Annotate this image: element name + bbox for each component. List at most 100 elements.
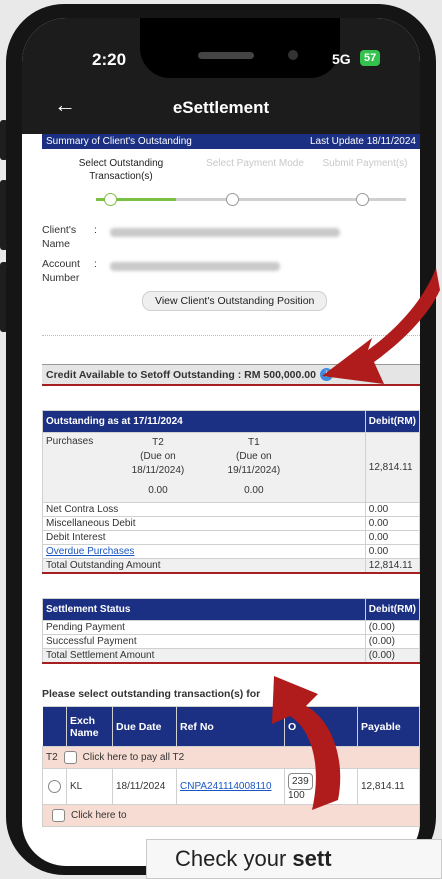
table-row: Pending Payment (0.00) (42, 620, 420, 635)
payable-cell: 12,814.11 (357, 768, 420, 805)
caption-banner: Check your sett (146, 839, 442, 879)
step-3-circle (356, 193, 369, 206)
step-labels: Select Outstanding Transaction(s) Select… (42, 157, 420, 183)
t1-label: T1 (248, 437, 260, 448)
credit-available-bar: Credit Available to Setoff Outstanding :… (42, 364, 420, 386)
t2-due-date: (Due on 18/11/2024) (131, 451, 185, 476)
caption-text: Check your (175, 846, 293, 871)
colon: : (94, 224, 97, 236)
t2-group-row: T2 Click here to pay all T2 (42, 746, 420, 769)
total-settlement-label: Total Settlement Amount (42, 648, 366, 664)
summary-bar: Summary of Client's Outstanding Last Upd… (42, 134, 420, 149)
client-name-label: Client's Name (42, 224, 77, 250)
due-date-header: Due Date (112, 706, 177, 747)
table-row: Net Contra Loss 0.00 (42, 502, 420, 517)
checkbox-column-header (42, 706, 67, 747)
overdue-purchases-value: 0.00 (364, 544, 420, 559)
total-outstanding-value: 12,814.11 (364, 558, 420, 574)
exch-name-header: Exch Name (66, 706, 113, 747)
settlement-table: Settlement Status Debit(RM) Pending Payme… (42, 598, 420, 664)
redacted-client-name (110, 228, 340, 237)
net-contra-loss-label: Net Contra Loss (42, 502, 366, 517)
ref-no-link[interactable]: CNPA241114008110 (180, 781, 272, 792)
last-update: Last Update 18/11/2024 (309, 136, 416, 147)
row-checkbox[interactable] (48, 780, 61, 793)
t2-value: 0.00 (148, 485, 168, 496)
quantity-input[interactable]: 239 (288, 772, 313, 790)
app-bar: ← eSettlement (22, 86, 420, 134)
dynamic-island (140, 18, 340, 78)
footer-row: Click here to (42, 804, 420, 827)
t2-group-label: T2 (46, 752, 58, 764)
purchases-label: Purchases (46, 436, 94, 447)
table-row: Debit Interest 0.00 (42, 530, 420, 545)
credit-available-text: Credit Available to Setoff Outstanding :… (46, 368, 316, 381)
quantity-secondary: 100 (288, 789, 305, 801)
pending-payment-label: Pending Payment (42, 620, 366, 635)
table-row: Miscellaneous Debit 0.00 (42, 516, 420, 531)
outstanding-table: Outstanding as at 17/11/2024 Debit(RM) Pu… (42, 410, 420, 574)
purchases-total: 12,814.11 (364, 432, 420, 503)
table-row: Overdue Purchases 0.00 (42, 544, 420, 559)
table-row: Successful Payment (0.00) (42, 634, 420, 649)
debit-interest-value: 0.00 (364, 530, 420, 545)
client-info: Client's Name : Account Number : View Cl… (42, 223, 420, 311)
t1-column: T1 (Due on 19/11/2024) 0.00 (206, 436, 302, 498)
camera-icon (288, 50, 298, 60)
step-submit-payment: Submit Payment(s) (322, 158, 408, 169)
t2-column: T2 (Due on 18/11/2024) 0.00 (110, 436, 206, 498)
debit-header: Debit(RM) (364, 410, 420, 433)
misc-debit-label: Miscellaneous Debit (42, 516, 366, 531)
main-content: Summary of Client's Outstanding Last Upd… (42, 134, 420, 866)
progress-line (176, 198, 406, 201)
status-time: 2:20 (92, 50, 127, 69)
o-column-header: O (284, 706, 358, 747)
status-bar: 2:20 5G 57 (22, 18, 420, 86)
pay-all-t2-text: Click here to pay all T2 (82, 752, 185, 764)
view-outstanding-position-button[interactable]: View Client's Outstanding Position (142, 291, 328, 311)
phone-screen: 2:20 5G 57 ← eSettlement Summary of Clie… (22, 18, 420, 866)
purchases-row: Purchases T2 (Due on 18/11/2024) 0.00 T1… (42, 432, 420, 503)
t1-due-date: (Due on 19/11/2024) (227, 451, 281, 476)
ref-no-header: Ref No (176, 706, 285, 747)
total-settlement-value: (0.00) (364, 648, 420, 664)
debit-interest-label: Debit Interest (42, 530, 366, 545)
transaction-table: Exch Name Due Date Ref No O Payable T2 Cl… (42, 706, 420, 827)
pending-payment-value: (0.00) (364, 620, 420, 635)
footer-checkbox[interactable] (52, 809, 65, 822)
progress-tracker (42, 189, 420, 209)
redacted-account-number (110, 262, 280, 271)
dotted-divider (42, 335, 420, 336)
table-row: KL 18/11/2024 CNPA241114008110 239 100 12… (42, 768, 420, 805)
account-number-row: Account Number : (42, 257, 420, 285)
total-settlement-row: Total Settlement Amount (0.00) (42, 648, 420, 664)
select-prompt: Please select outstanding transaction(s)… (42, 688, 261, 700)
misc-debit-value: 0.00 (364, 516, 420, 531)
caption-bold-text: sett (292, 846, 332, 871)
successful-payment-value: (0.00) (364, 634, 420, 649)
step-select-outstanding: Select Outstanding Transaction(s) (78, 158, 164, 182)
battery-icon: 57 (360, 50, 381, 66)
total-outstanding-row: Total Outstanding Amount 12,814.11 (42, 558, 420, 574)
settlement-debit-header: Debit(RM) (364, 598, 420, 621)
footer-text: Click here to (71, 810, 127, 822)
payable-header: Payable (357, 706, 420, 747)
t1-value: 0.00 (244, 485, 264, 496)
notch-pill (198, 52, 254, 59)
successful-payment-label: Successful Payment (42, 634, 366, 649)
network-indicator: 5G (332, 51, 351, 67)
settlement-header: Settlement Status (42, 598, 366, 621)
page-title: eSettlement (172, 98, 270, 117)
due-date-cell: 18/11/2024 (112, 768, 177, 805)
summary-title: Summary of Client's Outstanding (46, 136, 192, 147)
pay-all-t2-checkbox[interactable] (63, 751, 77, 764)
overdue-purchases-link[interactable]: Overdue Purchases (46, 546, 134, 557)
outstanding-header: Outstanding as at 17/11/2024 (42, 410, 366, 433)
account-number-label: Account Number (42, 258, 80, 284)
step-select-payment-mode: Select Payment Mode (206, 158, 304, 169)
info-icon[interactable]: i (319, 368, 333, 381)
total-outstanding-label: Total Outstanding Amount (42, 558, 366, 574)
net-contra-loss-value: 0.00 (364, 502, 420, 517)
step-1-circle (104, 193, 117, 206)
t2-label: T2 (152, 437, 164, 448)
